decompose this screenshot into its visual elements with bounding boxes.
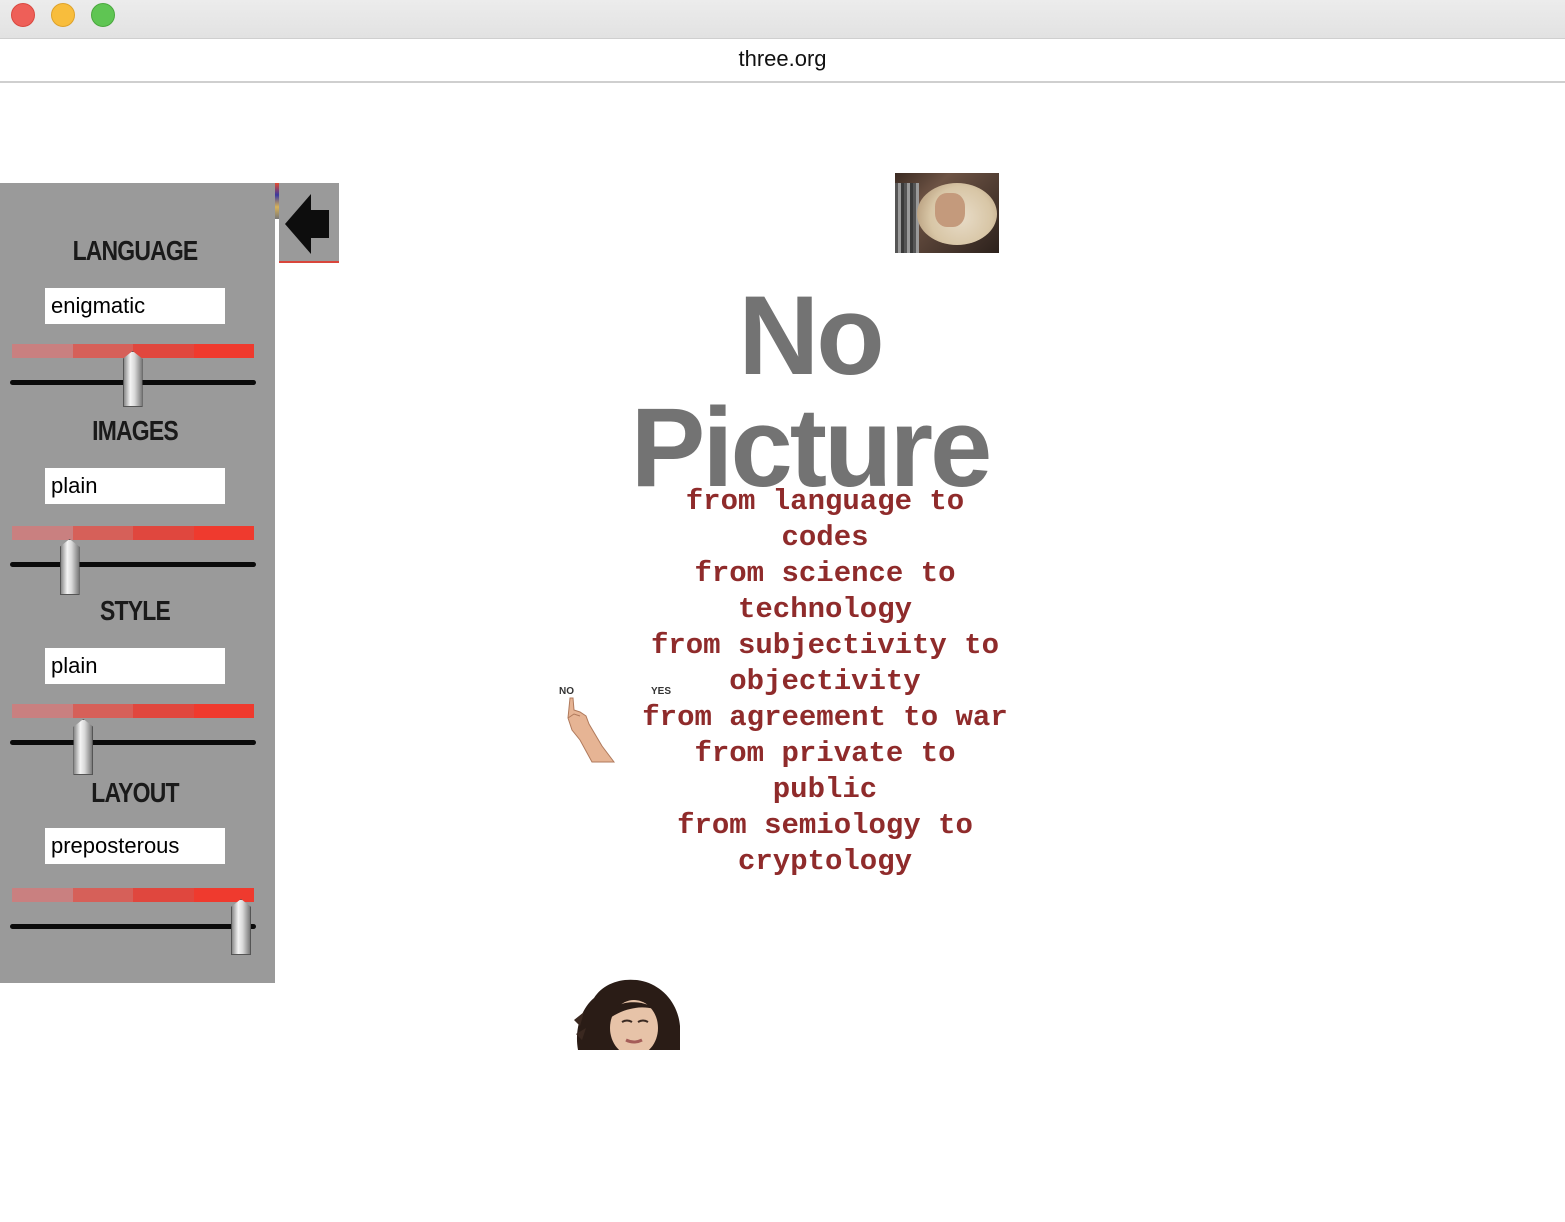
back-arrow-icon [285, 194, 329, 254]
woman-portrait-photo[interactable] [574, 978, 680, 1050]
layout-slider-thumb[interactable] [231, 899, 251, 955]
style-field[interactable]: plain [45, 648, 225, 684]
language-slider-thumb[interactable] [122, 351, 143, 407]
images-field[interactable]: plain [45, 468, 225, 504]
language-field[interactable]: enigmatic [45, 288, 225, 324]
pointing-hand-icon[interactable] [562, 696, 618, 764]
dishwashing-photo[interactable] [895, 173, 999, 253]
poem-line: from science to technology [694, 557, 973, 626]
images-slider-thumb[interactable] [59, 539, 80, 595]
images-slider-track[interactable] [10, 562, 256, 567]
poem-line: from private to public [694, 737, 973, 806]
address-bar[interactable]: three.org [0, 39, 1565, 83]
poem-line: from subjectivity to objectivity [650, 629, 1017, 698]
style-slider-thumb[interactable] [73, 719, 94, 775]
poem-text: from language to codes from science to t… [640, 484, 1010, 880]
no-picture-text: No Picture [600, 280, 1020, 504]
no-picture-line1: No [738, 273, 884, 398]
layout-slider-track[interactable] [10, 924, 256, 929]
language-label: LANGUAGE [72, 235, 199, 266]
layout-field[interactable]: preposterous [45, 828, 225, 864]
layout-meter [12, 888, 254, 902]
style-slider-track[interactable] [10, 740, 256, 745]
control-panel: LANGUAGE enigmatic IMAGES plain STYLE pl… [0, 183, 275, 983]
poem-line: from semiology to cryptology [677, 809, 991, 878]
back-button[interactable] [279, 183, 339, 263]
vote-yes-label[interactable]: YES [651, 686, 671, 697]
url-text: three.org [738, 46, 827, 71]
style-label: STYLE [100, 595, 171, 626]
zoom-window-button[interactable] [91, 3, 115, 27]
window-titlebar [0, 0, 1565, 39]
poem-line: from language to codes [685, 485, 982, 554]
style-meter [12, 704, 254, 718]
minimize-window-button[interactable] [51, 3, 75, 27]
poem-line: from agreement to war [642, 701, 1008, 734]
layout-label: LAYOUT [91, 777, 179, 808]
images-label: IMAGES [92, 415, 178, 446]
close-window-button[interactable] [11, 3, 35, 27]
images-meter [12, 526, 254, 540]
